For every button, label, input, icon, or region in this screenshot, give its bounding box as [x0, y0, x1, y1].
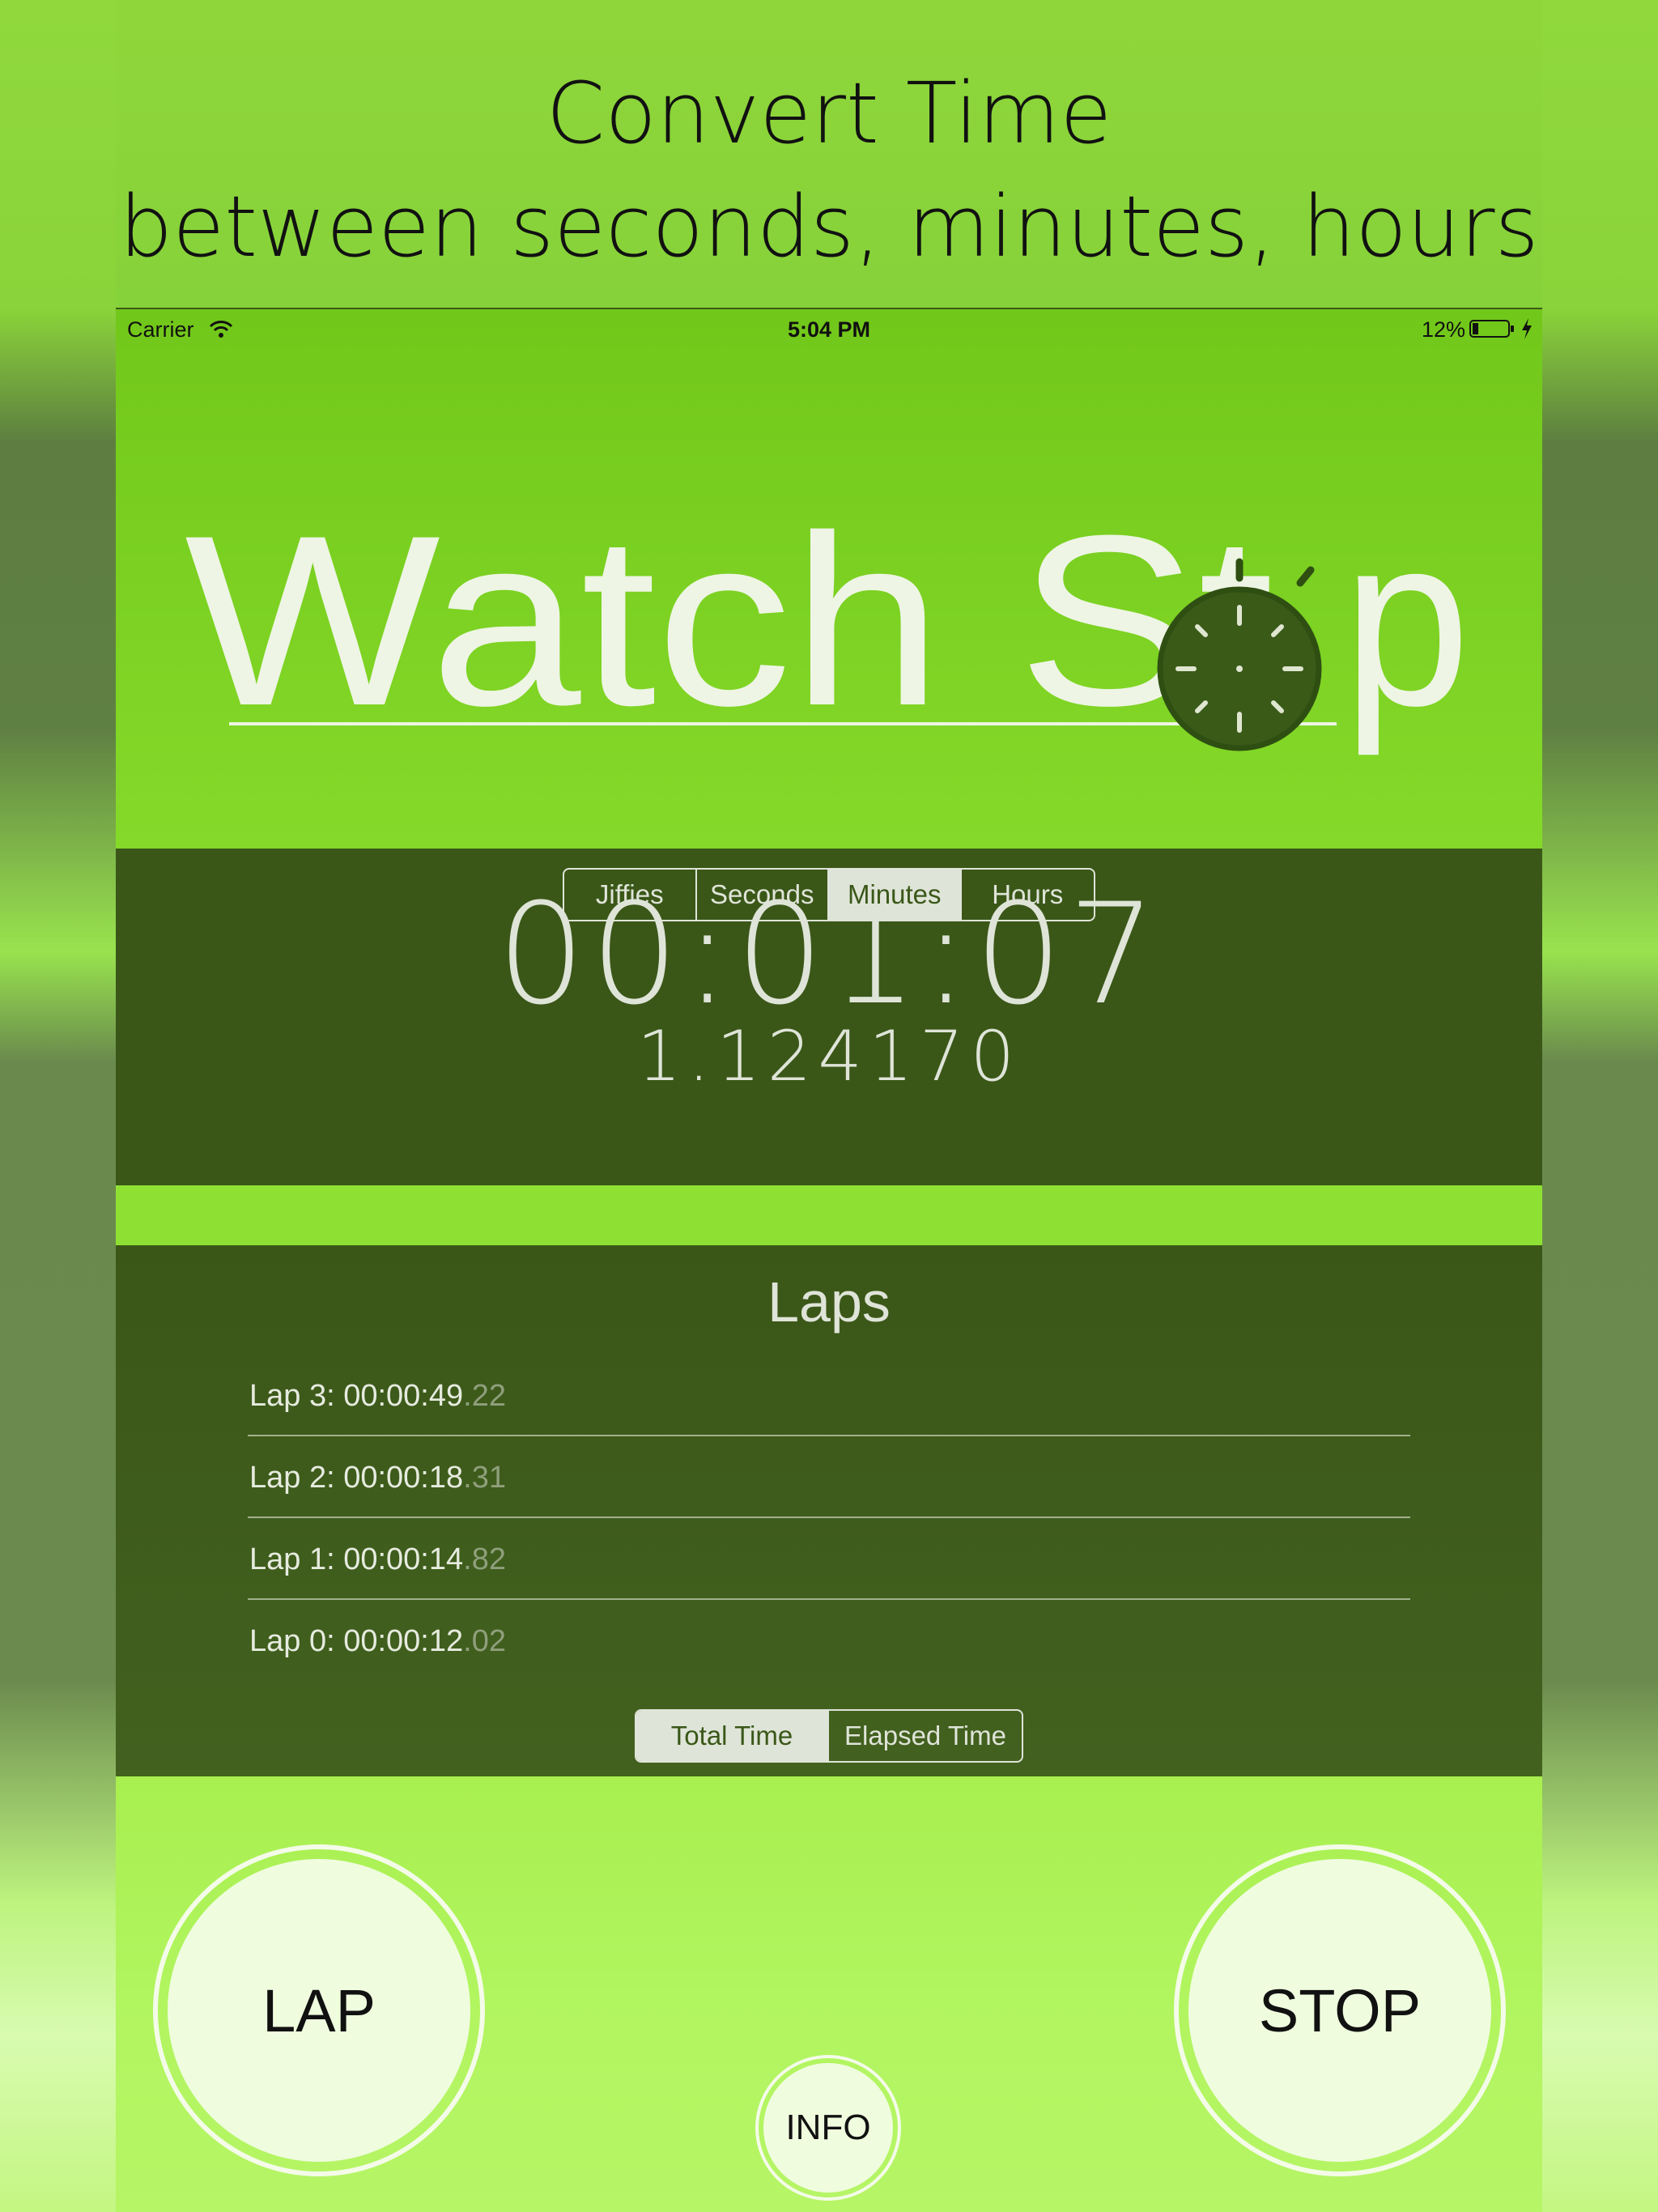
unit-option-minutes[interactable]: Minutes: [829, 870, 962, 920]
lap-time: Lap 1: 00:00:14: [249, 1542, 464, 1576]
converted-value: 1.124170: [636, 1016, 1022, 1097]
headline-line-1: Convert Time: [546, 64, 1112, 163]
stop-button[interactable]: STOP: [1174, 1844, 1506, 2176]
lap-row: Lap 1: 00:00:14.82: [248, 1518, 1410, 1600]
laps-title: Laps: [767, 1270, 891, 1334]
unit-option-seconds[interactable]: Seconds: [697, 870, 829, 920]
app-logo: Watch St p: [116, 350, 1542, 849]
unit-option-jiffies[interactable]: Jiffies: [564, 870, 697, 920]
background-left: [0, 0, 116, 2212]
lap-button[interactable]: LAP: [153, 1844, 485, 2176]
lap-time: Lap 3: 00:00:49: [249, 1379, 464, 1413]
device-screen: Carrier 5:04 PM 12% Watch St p 00:01:07 …: [116, 308, 1542, 2212]
mode-option-elapsed-time[interactable]: Elapsed Time: [829, 1711, 1022, 1761]
battery-percent: 12%: [1421, 317, 1465, 342]
logo-text-right: p: [1343, 484, 1470, 758]
unit-option-hours[interactable]: Hours: [962, 870, 1094, 920]
promo-headline: Convert Time between seconds, minutes, h…: [0, 57, 1658, 283]
mode-option-total-time[interactable]: Total Time: [636, 1711, 829, 1761]
stop-button-label: STOP: [1258, 1976, 1422, 2044]
lap-button-label: LAP: [262, 1976, 376, 2044]
info-button[interactable]: INFO: [755, 2055, 901, 2201]
unit-segmented-control: Jiffies Seconds Minutes Hours: [563, 868, 1095, 921]
charging-icon: [1522, 318, 1532, 339]
battery-icon: [1469, 320, 1514, 338]
section-divider: [116, 1185, 1542, 1245]
laps-panel: Laps Lap 3: 00:00:49.22 Lap 2: 00:00:18.…: [116, 1245, 1542, 1776]
lap-fraction: .31: [463, 1461, 506, 1495]
lap-row: Lap 2: 00:00:18.31: [248, 1436, 1410, 1518]
info-button-label: INFO: [785, 2108, 871, 2147]
logo-text-left: Watch St: [185, 484, 1274, 756]
clock-time: 5:04 PM: [787, 317, 871, 342]
lap-fraction: .02: [463, 1624, 506, 1658]
lap-row: Lap 0: 00:00:12.02: [248, 1600, 1410, 1682]
watch-stop-logo: Watch St p: [185, 484, 1470, 758]
lap-time: Lap 0: 00:00:12: [249, 1624, 464, 1658]
lap-row: Lap 3: 00:00:49.22: [248, 1355, 1410, 1436]
lap-fraction: .82: [463, 1542, 506, 1576]
lap-mode-segmented-control: Total Time Elapsed Time: [635, 1709, 1023, 1763]
headline-line-2: between seconds, minutes, hours: [119, 177, 1539, 276]
background-right: [1542, 0, 1658, 2212]
status-bar: Carrier 5:04 PM 12%: [116, 309, 1542, 350]
lap-fraction: .22: [463, 1379, 506, 1413]
lap-time: Lap 2: 00:00:18: [249, 1461, 464, 1495]
